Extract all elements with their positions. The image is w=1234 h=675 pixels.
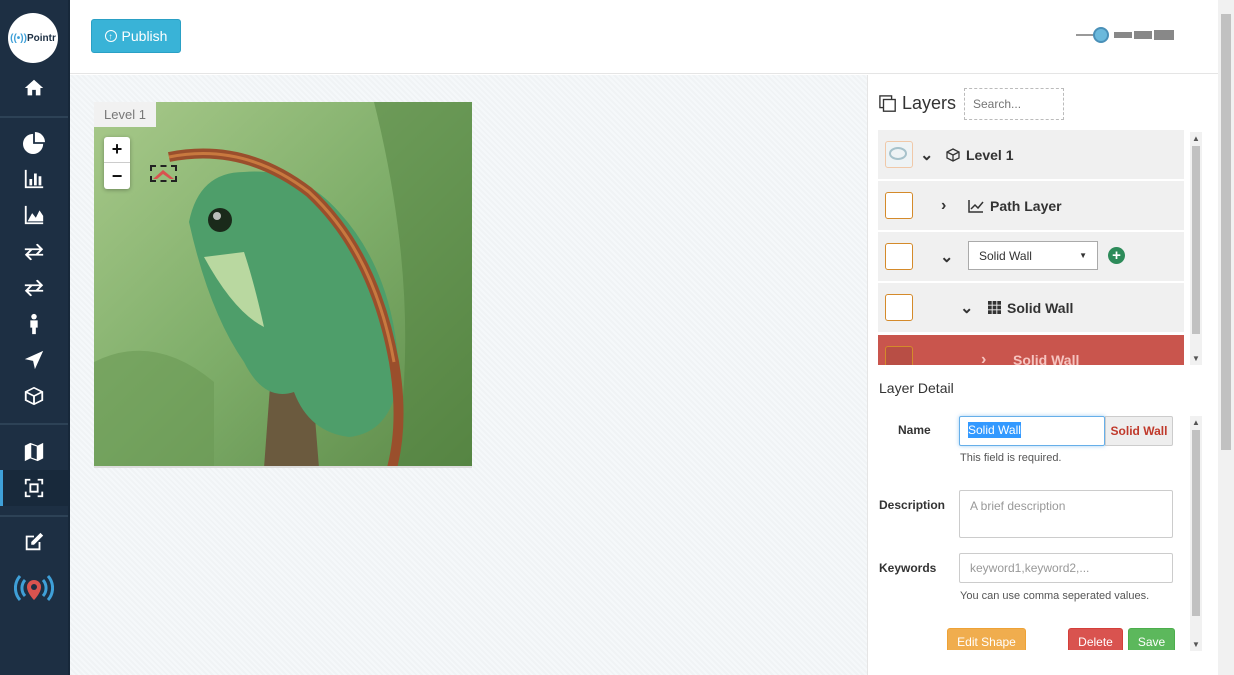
add-layer-button[interactable]: +: [1108, 247, 1125, 264]
scroll-up-icon[interactable]: ▲: [1192, 134, 1200, 143]
keywords-label: Keywords: [879, 561, 937, 575]
bar-chart-icon[interactable]: [22, 167, 46, 191]
level-tab[interactable]: Level 1: [94, 102, 156, 127]
pie-chart-icon[interactable]: [22, 131, 46, 155]
selected-wall-shape[interactable]: [150, 165, 177, 182]
eye-icon: [889, 147, 907, 160]
floor-image[interactable]: [94, 102, 472, 468]
layer-checkbox[interactable]: [885, 192, 913, 219]
delete-button[interactable]: Delete: [1068, 628, 1123, 650]
map-zoom-control: + −: [104, 137, 130, 189]
layer-label: Path Layer: [990, 197, 1062, 214]
description-label: Description: [879, 498, 946, 512]
layer-label: Level 1: [966, 146, 1014, 163]
scroll-down-icon[interactable]: ▼: [1192, 640, 1200, 649]
keywords-help-text: You can use comma seperated values.: [960, 590, 1150, 602]
beacon-signal-icon[interactable]: [14, 572, 54, 606]
edit-icon[interactable]: [22, 530, 46, 554]
sidebar: ((•)) Pointr: [0, 0, 70, 675]
map-canvas[interactable]: Level 1 + −: [70, 75, 867, 675]
layer-row-type-select[interactable]: ⌄ Solid Wall ▼ +: [878, 232, 1184, 281]
name-label: Name: [898, 423, 931, 437]
map-icon[interactable]: [22, 440, 46, 464]
layer-detail-title: Layer Detail: [879, 380, 954, 396]
layers-scrollbar[interactable]: ▲ ▼: [1190, 132, 1202, 365]
description-textarea[interactable]: A brief description: [959, 490, 1173, 538]
publish-button[interactable]: ↑ Publish: [91, 19, 181, 53]
cube-outline-icon: [946, 147, 960, 162]
exchange-icon[interactable]: [22, 240, 46, 264]
layers-list: ⌄ Level 1 › Path Layer ⌄ Solid Wall ▼ +: [878, 130, 1184, 365]
save-button[interactable]: Save: [1128, 628, 1175, 650]
nav-divider: [0, 116, 68, 118]
layer-row-solid-wall-selected[interactable]: › Solid Wall: [878, 335, 1184, 365]
chevron-right-icon[interactable]: ›: [941, 197, 946, 215]
upload-icon: ↑: [104, 30, 117, 42]
grid-icon: [988, 301, 1001, 314]
layer-search-input[interactable]: [964, 88, 1064, 120]
keywords-input[interactable]: keyword1,keyword2,...: [959, 553, 1173, 583]
name-addon: Solid Wall: [1105, 416, 1173, 446]
chevron-down-icon[interactable]: ⌄: [940, 247, 953, 267]
zoom-in-button[interactable]: +: [104, 137, 130, 163]
layer-row-path[interactable]: › Path Layer: [878, 181, 1184, 230]
layer-label: Solid Wall: [1013, 351, 1080, 366]
layer-detail-form: Name Solid Wall Solid Wall This field is…: [868, 410, 1208, 650]
layer-row-level[interactable]: ⌄ Level 1: [878, 130, 1184, 179]
layer-checkbox[interactable]: [885, 243, 913, 270]
chevron-down-icon[interactable]: ⌄: [960, 298, 973, 318]
floorplan-icon[interactable]: [22, 476, 46, 500]
detail-scrollbar[interactable]: ▲ ▼: [1190, 416, 1202, 651]
top-bar: ↑ Publish: [70, 0, 1218, 74]
name-input[interactable]: Solid Wall: [959, 416, 1105, 446]
caret-down-icon: ▼: [1079, 251, 1087, 260]
exchange-icon[interactable]: [22, 276, 46, 300]
name-help-text: This field is required.: [960, 452, 1062, 464]
layer-row-solid-wall-group[interactable]: ⌄ Solid Wall: [878, 283, 1184, 332]
edit-shape-button[interactable]: Edit Shape: [947, 628, 1026, 650]
zoom-slider[interactable]: [1074, 26, 1174, 44]
zoom-out-button[interactable]: −: [104, 163, 130, 189]
line-chart-icon: [968, 199, 984, 213]
nav-divider: [0, 515, 68, 517]
scroll-up-icon[interactable]: ▲: [1192, 418, 1200, 427]
page-scrollbar[interactable]: [1218, 0, 1234, 675]
layer-label: Solid Wall: [1007, 299, 1074, 316]
chevron-right-icon[interactable]: ›: [981, 351, 986, 366]
scrollbar-thumb[interactable]: [1221, 14, 1231, 450]
home-icon[interactable]: [22, 76, 46, 100]
visibility-toggle[interactable]: [885, 141, 913, 168]
layer-type-select[interactable]: Solid Wall ▼: [968, 241, 1098, 270]
layers-icon: [879, 94, 896, 112]
pointr-logo[interactable]: ((•)) Pointr: [8, 13, 58, 63]
scrollbar-thumb[interactable]: [1192, 430, 1200, 616]
cube-icon[interactable]: [22, 384, 46, 408]
nav-divider: [0, 423, 68, 425]
chevron-down-icon[interactable]: ⌄: [920, 145, 933, 165]
layer-checkbox[interactable]: [885, 294, 913, 321]
layers-title: Layers: [879, 93, 956, 114]
area-chart-icon[interactable]: [22, 203, 46, 227]
person-icon[interactable]: [22, 312, 46, 336]
location-arrow-icon[interactable]: [22, 348, 46, 372]
scrollbar-thumb[interactable]: [1192, 146, 1200, 334]
layers-panel: Layers ⌄ Level 1 › Path Layer ⌄ Solid Wa…: [867, 75, 1218, 675]
scroll-down-icon[interactable]: ▼: [1192, 354, 1200, 363]
visibility-toggle[interactable]: [885, 346, 913, 365]
